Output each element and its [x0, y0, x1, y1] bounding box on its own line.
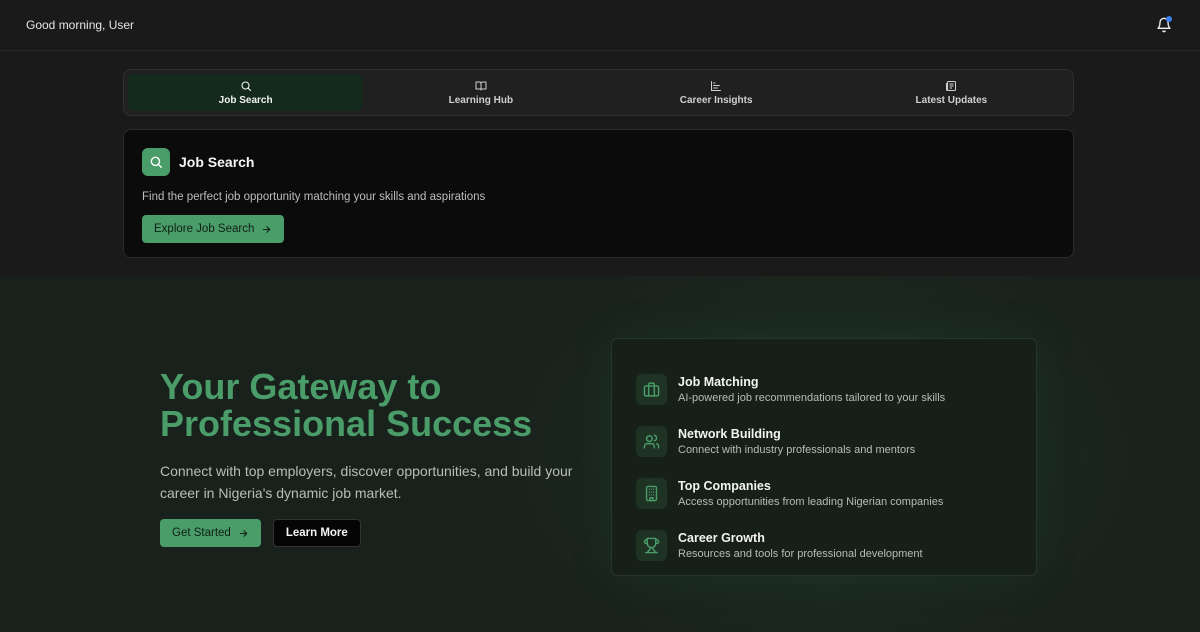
feature-title: Network Building — [678, 426, 781, 441]
features-panel: Job Matching AI-powered job recommendati… — [611, 338, 1037, 576]
bell-icon[interactable] — [1154, 15, 1174, 35]
feature-item: Career Growth Resources and tools for pr… — [636, 519, 1012, 571]
feature-title: Job Matching — [678, 374, 759, 389]
feature-description: Connect with industry professionals and … — [678, 443, 916, 456]
hero-subtitle: Connect with top employers, discover opp… — [160, 463, 573, 501]
newspaper-icon — [946, 80, 957, 91]
tab-label: Learning Hub — [448, 94, 514, 106]
card-title: Job Search — [179, 154, 255, 170]
tab-career-insights[interactable]: Career Insights — [599, 74, 834, 111]
top-bar: Good morning, User — [0, 0, 1200, 51]
feature-title: Career Growth — [678, 530, 765, 545]
feature-description: AI-powered job recommendations tailored … — [678, 391, 946, 404]
briefcase-icon — [636, 373, 667, 405]
tab-label: Career Insights — [679, 94, 753, 106]
tab-label: Job Search — [218, 94, 273, 106]
feature-item: Job Matching AI-powered job recommendati… — [636, 363, 1012, 415]
feature-item: Network Building Connect with industry p… — [636, 415, 1012, 467]
learn-more-button[interactable]: Learn More — [272, 519, 361, 547]
get-started-button[interactable]: Get Started — [160, 519, 261, 547]
feature-description: Access opportunities from leading Nigeri… — [678, 495, 944, 508]
job-search-card: Job Search Find the perfect job opportun… — [123, 129, 1074, 258]
tab-job-search[interactable]: Job Search — [128, 74, 364, 111]
book-icon — [475, 81, 487, 90]
search-icon — [142, 148, 170, 176]
trophy-icon — [636, 529, 667, 561]
users-icon — [636, 425, 667, 457]
feature-description: Resources and tools for professional dev… — [678, 547, 923, 560]
explore-job-search-button[interactable]: Explore Job Search — [142, 215, 285, 243]
button-label: Learn More — [285, 527, 348, 539]
search-icon — [241, 80, 251, 91]
tab-learning-hub[interactable]: Learning Hub — [363, 74, 598, 111]
hero-title: Your Gateway to Professional Success — [160, 366, 533, 444]
hero-section: Your Gateway to Professional Success Con… — [0, 276, 1200, 632]
arrow-right-icon — [263, 225, 271, 233]
tab-label: Latest Updates — [915, 94, 988, 106]
button-label: Get Started — [172, 527, 231, 539]
button-label: Explore Job Search — [154, 223, 255, 235]
building-icon — [636, 477, 667, 509]
card-description: Find the perfect job opportunity matchin… — [142, 191, 486, 203]
notification-dot — [1166, 16, 1172, 22]
feature-title: Top Companies — [678, 478, 771, 493]
chart-icon — [711, 80, 722, 91]
arrow-right-icon — [239, 529, 248, 537]
feature-item: Top Companies Access opportunities from … — [636, 467, 1012, 519]
tab-latest-updates[interactable]: Latest Updates — [834, 74, 1069, 111]
main-tabs: Job Search Learning Hub Career Insights … — [123, 69, 1074, 116]
greeting-text: Good morning, User — [26, 18, 135, 32]
